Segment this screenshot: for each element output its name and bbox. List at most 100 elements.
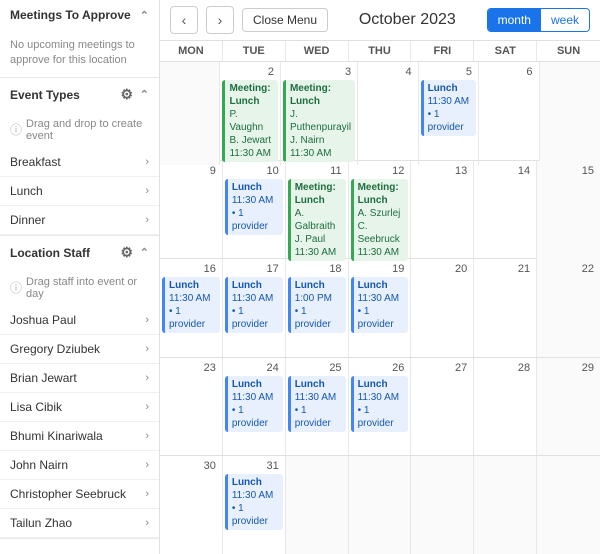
event-type-lunch[interactable]: Lunch › — [0, 177, 159, 206]
staff-joshua-paul[interactable]: Joshua Paul › — [0, 306, 159, 335]
day-cell-w3-d4[interactable]: 27 — [411, 358, 474, 456]
day-cell-w1-d3[interactable]: 12Meeting: LunchA. SzurlejC. Seebruck11:… — [349, 161, 412, 264]
sidebar: Meetings To Approve ⌃ No upcoming meetin… — [0, 0, 160, 554]
day-cell-w0-d1[interactable]: 2Meeting: LunchP. VaughnB. Jewart11:30 A… — [220, 62, 280, 165]
event-title: Meeting: Lunch — [295, 181, 342, 207]
day-cell-w2-d3[interactable]: 19Lunch11:30 AM• 1 provider — [349, 259, 412, 357]
event-0-2-0[interactable]: Meeting: LunchJ. PuthenpurayilJ. Nairn11… — [283, 80, 355, 162]
day-cell-w1-d5[interactable]: 14 — [474, 161, 537, 264]
day-cell-w1-d2[interactable]: 11Meeting: LunchA. GalbraithJ. Paul11:30… — [286, 161, 349, 264]
event-3-3-0[interactable]: Lunch11:30 AM• 1 provider — [351, 376, 409, 432]
day-cell-w4-d1[interactable]: 31Lunch11:30 AM• 1 provider — [223, 456, 286, 554]
day-cell-w3-d3[interactable]: 26Lunch11:30 AM• 1 provider — [349, 358, 412, 456]
staff-gregory-dziubek[interactable]: Gregory Dziubek › — [0, 335, 159, 364]
day-cell-w4-d6[interactable] — [537, 456, 600, 554]
dinner-chevron-icon: › — [145, 214, 149, 226]
day-cell-w0-d0[interactable] — [160, 62, 220, 165]
next-month-button[interactable]: › — [206, 6, 234, 34]
day-cell-w0-d4[interactable]: 5Lunch11:30 AM• 1 provider — [419, 62, 479, 165]
month-view-button[interactable]: month — [488, 9, 541, 31]
day-cell-w3-d2[interactable]: 25Lunch11:30 AM• 1 provider — [286, 358, 349, 456]
day-number: 5 — [421, 64, 476, 80]
event-detail: J. Paul — [295, 233, 342, 246]
meetings-chevron-icon[interactable]: ⌃ — [140, 9, 149, 22]
staff-john-nairn[interactable]: John Nairn › — [0, 451, 159, 480]
event-title: Lunch — [232, 476, 279, 489]
prev-month-button[interactable]: ‹ — [170, 6, 198, 34]
day-cell-w2-d6[interactable]: 22 — [537, 259, 600, 357]
event-detail: • 1 provider — [358, 305, 405, 331]
event-type-dinner[interactable]: Dinner › — [0, 206, 159, 235]
location-staff-settings-icon[interactable]: ⚙ — [118, 244, 136, 262]
day-cell-w2-d2[interactable]: 18Lunch1:00 PM• 1 provider — [286, 259, 349, 357]
day-number: 14 — [476, 163, 534, 179]
day-header-sat: Sat — [474, 41, 537, 61]
event-detail: 11:30 AM — [295, 246, 342, 259]
day-number: 28 — [476, 360, 534, 376]
event-2-2-0[interactable]: Lunch1:00 PM• 1 provider — [288, 277, 346, 333]
day-cell-w2-d0[interactable]: 16Lunch11:30 AM• 1 provider — [160, 259, 223, 357]
day-cell-w3-d1[interactable]: 24Lunch11:30 AM• 1 provider — [223, 358, 286, 456]
day-number: 15 — [539, 163, 598, 179]
event-1-1-0[interactable]: Lunch11:30 AM• 1 provider — [225, 179, 283, 235]
day-cell-w4-d3[interactable] — [349, 456, 412, 554]
day-cell-w4-d4[interactable] — [411, 456, 474, 554]
event-detail: • 1 provider — [232, 207, 279, 233]
event-1-2-0[interactable]: Meeting: LunchA. GalbraithJ. Paul11:30 A… — [288, 179, 346, 261]
staff-hint-icon: ⓘ — [10, 279, 22, 296]
day-cell-w4-d2[interactable] — [286, 456, 349, 554]
event-types-settings-icon[interactable]: ⚙ — [118, 86, 136, 104]
event-1-3-0[interactable]: Meeting: LunchA. SzurlejC. Seebruck11:30… — [351, 179, 409, 261]
day-cell-w4-d0[interactable]: 30 — [160, 456, 223, 554]
day-cell-w2-d4[interactable]: 20 — [411, 259, 474, 357]
event-0-4-0[interactable]: Lunch11:30 AM• 1 provider — [421, 80, 476, 136]
staff-brian-jewart[interactable]: Brian Jewart › — [0, 364, 159, 393]
day-cell-w0-d6[interactable] — [540, 62, 600, 165]
event-4-1-0[interactable]: Lunch11:30 AM• 1 provider — [225, 474, 283, 530]
week-row-1: 910Lunch11:30 AM• 1 provider11Meeting: L… — [160, 161, 600, 260]
day-cell-w1-d6[interactable]: 15 — [537, 161, 600, 264]
day-cell-w2-d5[interactable]: 21 — [474, 259, 537, 357]
day-cell-w2-d1[interactable]: 17Lunch11:30 AM• 1 provider — [223, 259, 286, 357]
day-cell-w0-d3[interactable]: 4 — [358, 62, 418, 165]
staff-chevron-icon: › — [145, 488, 149, 500]
calendar-title: October 2023 — [336, 11, 479, 29]
view-toggle: month week — [487, 8, 590, 32]
day-cell-w1-d0[interactable]: 9 — [160, 161, 223, 264]
day-number: 23 — [162, 360, 220, 376]
event-0-1-0[interactable]: Meeting: LunchP. VaughnB. Jewart11:30 AM — [222, 80, 277, 162]
day-cell-w1-d1[interactable]: 10Lunch11:30 AM• 1 provider — [223, 161, 286, 264]
event-type-breakfast[interactable]: Breakfast › — [0, 148, 159, 177]
meetings-header: Meetings To Approve ⌃ — [0, 0, 159, 30]
event-detail: • 1 provider — [428, 108, 472, 134]
event-detail: • 1 provider — [295, 404, 342, 430]
day-cell-w3-d0[interactable]: 23 — [160, 358, 223, 456]
staff-tailun-zhao[interactable]: Tailun Zhao › — [0, 509, 159, 538]
event-3-2-0[interactable]: Lunch11:30 AM• 1 provider — [288, 376, 346, 432]
week-view-button[interactable]: week — [541, 9, 589, 31]
event-3-1-0[interactable]: Lunch11:30 AM• 1 provider — [225, 376, 283, 432]
staff-christopher-seebruck[interactable]: Christopher Seebruck › — [0, 480, 159, 509]
event-title: Lunch — [428, 82, 472, 95]
event-2-3-0[interactable]: Lunch11:30 AM• 1 provider — [351, 277, 409, 333]
close-menu-button[interactable]: Close Menu — [242, 8, 328, 32]
staff-lisa-cibik[interactable]: Lisa Cibik › — [0, 393, 159, 422]
day-cell-w0-d5[interactable]: 6 — [479, 62, 539, 165]
event-2-1-0[interactable]: Lunch11:30 AM• 1 provider — [225, 277, 283, 333]
event-2-0-0[interactable]: Lunch11:30 AM• 1 provider — [162, 277, 220, 333]
day-number: 30 — [162, 458, 220, 474]
staff-bhumi-kinariwala[interactable]: Bhumi Kinariwala › — [0, 422, 159, 451]
location-staff-chevron-icon[interactable]: ⌃ — [140, 246, 149, 259]
event-detail: • 1 provider — [232, 502, 279, 528]
day-cell-w1-d4[interactable]: 13 — [411, 161, 474, 264]
day-cell-w3-d5[interactable]: 28 — [474, 358, 537, 456]
event-types-chevron-icon[interactable]: ⌃ — [140, 88, 149, 101]
event-detail: 11:30 AM — [358, 391, 405, 404]
event-detail: 11:30 AM — [358, 292, 405, 305]
day-number: 12 — [351, 163, 409, 179]
day-cell-w4-d5[interactable] — [474, 456, 537, 554]
day-cell-w3-d6[interactable]: 29 — [537, 358, 600, 456]
day-number: 26 — [351, 360, 409, 376]
breakfast-chevron-icon: › — [145, 156, 149, 168]
day-cell-w0-d2[interactable]: 3Meeting: LunchJ. PuthenpurayilJ. Nairn1… — [281, 62, 358, 165]
